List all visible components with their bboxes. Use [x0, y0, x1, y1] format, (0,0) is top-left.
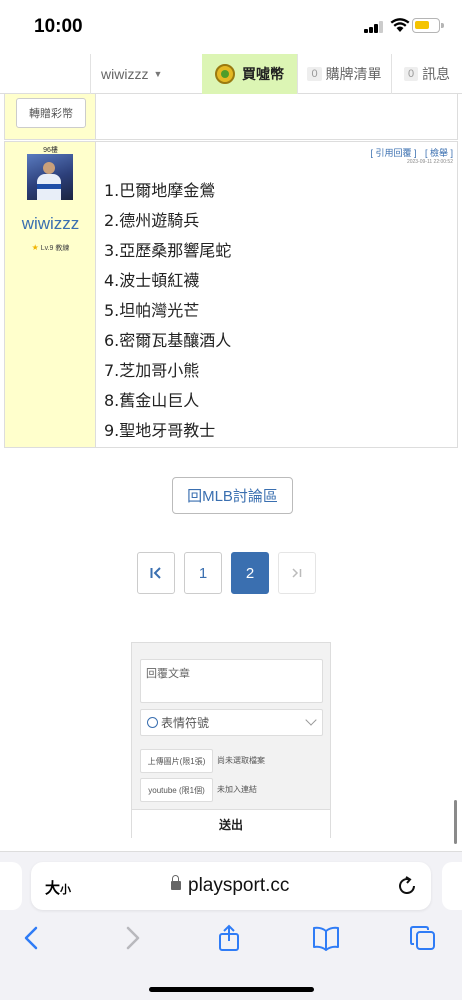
post-line: 1.巴爾地摩金鶯	[104, 181, 216, 200]
url-text: playsport.cc	[188, 875, 290, 896]
post-author-sidebar: 96樓 wiwizzz ★ Lv.9 教練	[5, 142, 96, 447]
status-time: 10:00	[34, 16, 83, 37]
author-level: ★ Lv.9 教練	[5, 243, 96, 253]
report-link[interactable]: [ 檢舉 ]	[425, 148, 453, 158]
post-actions: [ 引用回覆 ] [ 檢舉 ]	[364, 146, 453, 159]
reply-textarea[interactable]: 回覆文章	[140, 659, 323, 703]
post-line: 6.密爾瓦基釀酒人	[104, 331, 232, 350]
author-level-text: Lv.9 教練	[40, 245, 70, 252]
post-content: 1.巴爾地摩金鶯 2.德州遊騎兵 3.亞歷桑那響尾蛇 4.波士頓紅襪 5.坦帕灣…	[104, 177, 231, 447]
youtube-upload-button[interactable]: youtube (限1個)	[140, 778, 213, 802]
battery-icon	[412, 18, 444, 33]
chevron-down-icon	[305, 714, 317, 726]
smile-icon	[147, 717, 158, 728]
page-button-2-current[interactable]: 2	[231, 552, 269, 594]
post-line: 3.亞歷桑那響尾蛇	[104, 241, 232, 260]
home-indicator	[149, 987, 314, 992]
image-upload-status: 尚未選取檔案	[217, 756, 265, 765]
caret-down-icon: ▼	[153, 69, 163, 79]
previous-post: 轉贈彩幣	[4, 94, 458, 140]
reply-form: 回覆文章 表情符號 上傳圖片(限1張) 尚未選取檔案 youtube (限1個)…	[131, 642, 331, 838]
text-size-button[interactable]: 大小	[45, 877, 71, 898]
post-timestamp: 2023-09-11 22:00:52	[406, 159, 453, 165]
post-line: 7.芝加哥小熊	[104, 361, 200, 380]
post-line: 9.聖地牙哥教士	[104, 421, 216, 440]
star-icon: ★	[31, 243, 39, 252]
last-page-icon	[292, 568, 302, 578]
wifi-icon	[390, 18, 410, 32]
cart-count-badge: 0	[307, 67, 322, 81]
submit-button[interactable]: 送出	[132, 809, 330, 838]
cart-label: 購牌清單	[325, 66, 382, 82]
back-to-forum-button[interactable]: 回MLB討論區	[172, 477, 293, 514]
forward-arrow-icon	[126, 926, 140, 950]
address-bar[interactable]: 大小 playsport.cc	[31, 862, 431, 910]
emoji-select[interactable]: 表情符號	[140, 709, 323, 736]
previous-post-sidebar: 轉贈彩幣	[5, 94, 96, 139]
post-line: 8.舊金山巨人	[104, 391, 200, 410]
reply-post: 96樓 wiwizzz ★ Lv.9 教練 [ 引用回覆 ] [ 檢舉 ] 20…	[4, 141, 458, 448]
cellular-signal-icon	[364, 21, 384, 33]
page-button-1[interactable]: 1	[184, 552, 222, 594]
user-menu[interactable]: wiwizzz ▼	[90, 54, 202, 94]
status-bar: 10:00	[0, 0, 462, 54]
post-line: 4.波士頓紅襪	[104, 271, 200, 290]
emoji-select-label: 表情符號	[161, 716, 210, 730]
username-label: wiwizzz	[101, 66, 149, 82]
post-line: 5.坦帕灣光芒	[104, 301, 200, 320]
author-name[interactable]: wiwizzz	[5, 214, 96, 234]
gift-coins-button[interactable]: 轉贈彩幣	[16, 98, 86, 128]
tabs-icon[interactable]	[408, 923, 438, 953]
site-nav: wiwizzz ▼ 買噓幣 0 購牌清單 0 訊息	[0, 54, 462, 94]
back-arrow-icon[interactable]	[17, 923, 47, 953]
first-page-button[interactable]	[137, 552, 175, 594]
share-icon[interactable]	[214, 923, 244, 953]
coin-icon	[215, 64, 235, 84]
next-tab-pill[interactable]	[442, 862, 462, 910]
lock-icon	[171, 875, 181, 890]
youtube-upload-status: 未加入連結	[217, 785, 257, 794]
scroll-indicator[interactable]	[454, 800, 457, 844]
messages-count-badge: 0	[403, 67, 419, 81]
buy-coins-button[interactable]: 買噓幣	[202, 54, 297, 94]
text-size-small: 小	[60, 884, 72, 896]
previous-tab-pill[interactable]	[0, 862, 22, 910]
messages-button[interactable]: 0 訊息	[391, 54, 462, 94]
avatar[interactable]	[27, 154, 73, 200]
messages-label: 訊息	[422, 66, 451, 82]
first-page-icon	[150, 567, 161, 579]
image-upload-button[interactable]: 上傳圖片(限1張)	[140, 749, 213, 773]
post-line: 2.德州遊騎兵	[104, 211, 200, 230]
bookmarks-icon[interactable]	[311, 923, 341, 953]
browser-toolbar: 大小 playsport.cc	[0, 851, 462, 1000]
cart-button[interactable]: 0 購牌清單	[297, 54, 391, 94]
text-size-large: 大	[45, 880, 61, 897]
reload-icon[interactable]	[395, 874, 419, 898]
last-page-button	[278, 552, 316, 594]
quote-reply-link[interactable]: [ 引用回覆 ]	[370, 148, 416, 158]
buy-coins-label: 買噓幣	[242, 66, 284, 82]
